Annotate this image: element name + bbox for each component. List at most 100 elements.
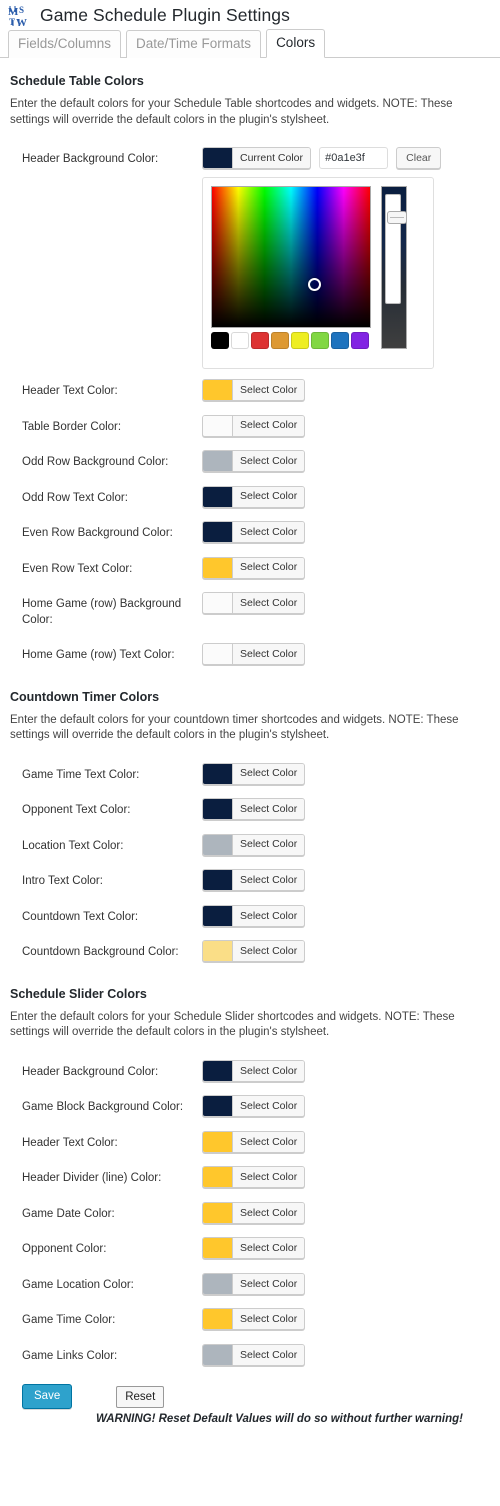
clear-color-button[interactable]: Clear: [396, 147, 442, 170]
select-color-button[interactable]: Select Color: [202, 1308, 306, 1331]
field-label: Odd Row Background Color:: [22, 456, 169, 469]
form-row-odd-row-background-color: Odd Row Background Color: Select Color: [8, 445, 492, 481]
select-color-button[interactable]: Select Color: [202, 1166, 306, 1189]
field-label: Opponent Color:: [22, 1243, 107, 1256]
select-color-button[interactable]: Select Color: [202, 521, 306, 544]
iris-palette-swatch[interactable]: [291, 332, 309, 350]
section-description-countdown-timer: Enter the default colors for your countd…: [10, 713, 459, 742]
select-color-button[interactable]: Select Color: [202, 1343, 306, 1366]
select-color-button[interactable]: Select Color: [202, 556, 306, 579]
select-color-button[interactable]: Select Color: [202, 940, 306, 963]
section-description-schedule-table: Enter the default colors for your Schedu…: [10, 98, 453, 126]
color-hex-input[interactable]: [319, 147, 389, 170]
field-label: Even Row Text Color:: [22, 562, 133, 575]
color-button-label: Select Color: [233, 1096, 305, 1117]
color-swatch: [203, 799, 233, 820]
color-swatch: [203, 1167, 233, 1188]
field-label: Game Time Color:: [22, 1314, 116, 1327]
color-button-label: Select Color: [233, 1344, 305, 1365]
form-row-home-game-text-color: Home Game (row) Text Color: Select Color: [8, 638, 492, 674]
iris-slider-track[interactable]: [385, 194, 407, 305]
color-button-label: Current Color: [233, 148, 311, 169]
select-color-button[interactable]: Select Color: [202, 1059, 306, 1082]
save-button[interactable]: Save: [22, 1384, 73, 1410]
color-swatch: [203, 522, 233, 543]
color-swatch: [203, 1309, 233, 1330]
select-color-button[interactable]: Select Color: [202, 1130, 306, 1153]
iris-palette-swatch[interactable]: [211, 332, 229, 350]
tab-date-time-formats[interactable]: Date/Time Formats: [126, 30, 262, 58]
iris-picker-cursor[interactable]: [308, 277, 322, 291]
select-color-button[interactable]: Select Color: [202, 762, 306, 785]
color-swatch: [203, 593, 233, 614]
tab-colors[interactable]: Colors: [266, 29, 326, 58]
color-button-label: Select Color: [233, 415, 305, 436]
color-swatch: [203, 486, 233, 507]
color-swatch: [203, 644, 233, 665]
iris-palette-swatch[interactable]: [231, 332, 249, 350]
color-swatch: [203, 941, 233, 962]
iris-palette-swatch[interactable]: [311, 332, 329, 350]
select-color-button[interactable]: Select Color: [202, 414, 306, 437]
form-row-opponent-text-color: Opponent Text Color: Select Color: [8, 793, 492, 829]
color-button-label: Select Color: [233, 522, 305, 543]
select-color-button[interactable]: Select Color: [202, 798, 306, 821]
form-row-header-divider-color: Header Divider (line) Color: Select Colo…: [8, 1161, 492, 1197]
color-button-label: Select Color: [233, 1060, 305, 1081]
iris-brightness-strip[interactable]: [381, 186, 407, 350]
tab-fields-columns[interactable]: Fields/Columns: [8, 30, 122, 58]
color-swatch: [203, 1060, 233, 1081]
iris-palette-swatch[interactable]: [271, 332, 289, 350]
select-color-button[interactable]: Select Color: [202, 869, 306, 892]
section-title-schedule-slider: Schedule Slider Colors: [10, 986, 147, 1001]
reset-button[interactable]: Reset: [116, 1385, 165, 1408]
select-color-button[interactable]: Select Color: [202, 1272, 306, 1295]
select-color-button[interactable]: Select Color: [202, 643, 306, 666]
select-color-button[interactable]: Select Color: [202, 485, 306, 508]
select-color-button[interactable]: Select Color: [202, 1237, 306, 1260]
field-label: Header Text Color:: [22, 385, 118, 398]
form-row-location-text-color: Location Text Color: Select Color: [8, 829, 492, 865]
select-color-button[interactable]: Select Color: [202, 904, 306, 927]
color-button-label: Select Color: [233, 557, 305, 578]
select-color-button[interactable]: Select Color: [202, 833, 306, 856]
form-row-slider-header-text-color: Header Text Color: Select Color: [8, 1126, 492, 1162]
color-swatch: [203, 1202, 233, 1223]
select-color-button[interactable]: Select Color: [202, 592, 306, 615]
form-row-game-time-text-color: Game Time Text Color: Select Color: [8, 758, 492, 794]
field-label: Header Divider (line) Color:: [22, 1172, 162, 1185]
iris-palette-swatch[interactable]: [351, 332, 369, 350]
form-actions: Save Reset: [8, 1374, 492, 1410]
iris-color-picker-panel[interactable]: [202, 177, 434, 370]
svg-text:S: S: [19, 5, 24, 15]
color-button-label: Select Color: [233, 593, 305, 614]
color-swatch: [203, 870, 233, 891]
color-button-label: Select Color: [233, 1131, 305, 1152]
current-color-button[interactable]: Current Color: [202, 147, 312, 170]
form-row-countdown-text-color: Countdown Text Color: Select Color: [8, 900, 492, 936]
select-color-button[interactable]: Select Color: [202, 379, 306, 402]
field-label: Table Border Color:: [22, 420, 122, 433]
color-button-label: Select Color: [233, 1309, 305, 1330]
color-button-label: Select Color: [233, 1167, 305, 1188]
color-swatch: [203, 1344, 233, 1365]
select-color-button[interactable]: Select Color: [202, 450, 306, 473]
color-swatch: [203, 1096, 233, 1117]
field-label: Countdown Text Color:: [22, 910, 139, 923]
color-swatch: [203, 148, 233, 169]
select-color-button[interactable]: Select Color: [202, 1201, 306, 1224]
color-button-label: Select Color: [233, 380, 305, 401]
iris-slider-handle[interactable]: [387, 211, 407, 225]
color-button-label: Select Color: [233, 905, 305, 926]
iris-palette-swatch[interactable]: [331, 332, 349, 350]
iris-saturation-value-square[interactable]: [211, 186, 371, 329]
color-swatch: [203, 415, 233, 436]
form-row-game-location-color: Game Location Color: Select Color: [8, 1268, 492, 1304]
field-label: Opponent Text Color:: [22, 804, 131, 817]
select-color-button[interactable]: Select Color: [202, 1095, 306, 1118]
iris-left-column: [211, 186, 371, 360]
color-picker-header-background: Current Color Clear: [202, 147, 442, 370]
iris-palette-swatch[interactable]: [251, 332, 269, 350]
page-header: M S T W Game Schedule Plugin Settings: [0, 0, 500, 30]
color-swatch: [203, 1238, 233, 1259]
